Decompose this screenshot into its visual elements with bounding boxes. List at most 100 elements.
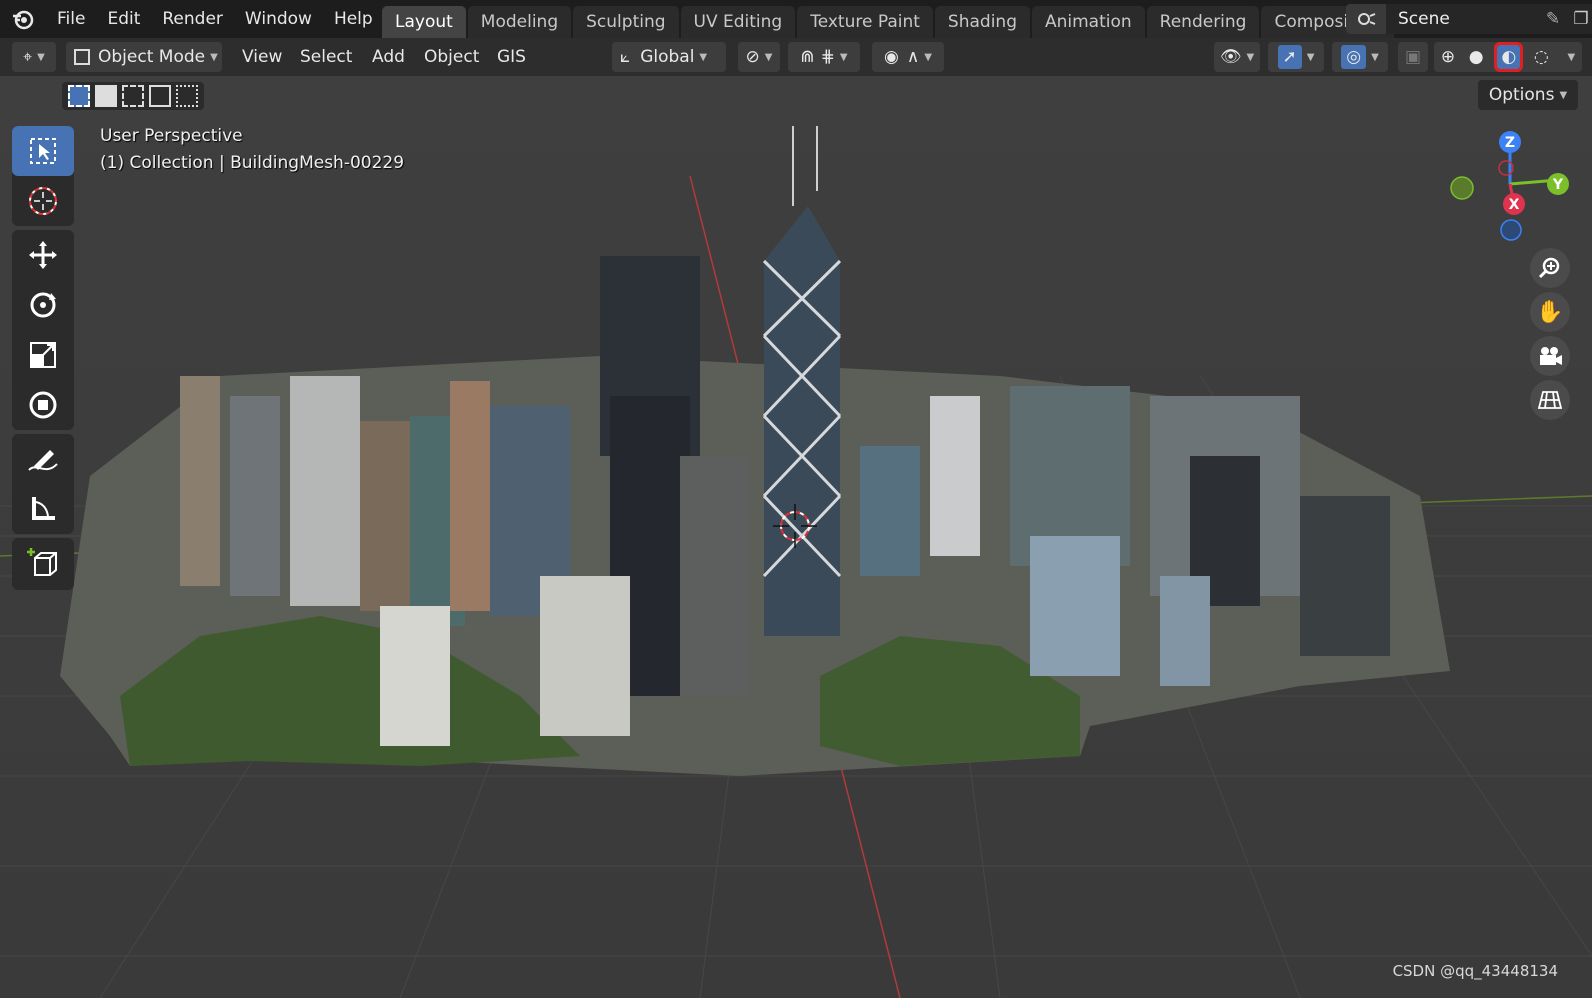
move-icon [29, 241, 57, 269]
add-cube-tool[interactable] [12, 538, 74, 588]
chevron-down-icon: ▼ [37, 51, 45, 63]
add-menu[interactable]: Add [372, 42, 405, 72]
3d-viewport[interactable]: Options ▼ User Perspective (1) Collectio… [0, 76, 1592, 998]
tab-animation[interactable]: Animation [1031, 6, 1145, 38]
select-subtract-icon[interactable] [121, 85, 144, 107]
rendered-shading-icon[interactable]: ◌ [1534, 47, 1549, 67]
move-tool[interactable] [12, 230, 74, 280]
select-extend-icon[interactable] [95, 85, 118, 107]
pan-button[interactable]: ✋ [1530, 292, 1570, 332]
menu-edit[interactable]: Edit [96, 0, 151, 38]
chevron-down-icon: ▼ [1306, 51, 1315, 63]
scene-icon [1346, 4, 1386, 34]
wireframe-shading-icon[interactable]: ⊕ [1441, 47, 1455, 67]
zoom-button[interactable] [1530, 248, 1570, 288]
scene-selector[interactable]: Scene ✎ ❐ [1346, 4, 1592, 34]
snap-magnet-icon: ⋒ [800, 47, 815, 67]
xray-toggle-button[interactable]: ▣ [1398, 42, 1428, 72]
select-new-icon[interactable] [68, 85, 91, 107]
main-menu: File Edit Render Window Help [46, 0, 384, 38]
camera-view-button[interactable] [1530, 336, 1570, 376]
select-box-tool[interactable] [12, 126, 74, 176]
workspace-tabs: Layout Modeling Sculpting UV Editing Tex… [382, 6, 1396, 38]
view-perspective-label: User Perspective [100, 126, 243, 146]
menu-window[interactable]: Window [234, 0, 323, 38]
chevron-down-icon: ▼ [699, 51, 708, 63]
mode-label: Object Mode [98, 47, 206, 67]
menu-file[interactable]: File [46, 0, 96, 38]
blender-logo-icon[interactable] [0, 0, 46, 38]
cursor-icon [29, 187, 57, 215]
hand-icon: ✋ [1536, 299, 1564, 325]
tab-sculpting[interactable]: Sculpting [573, 6, 679, 38]
zoom-magnifier-icon [1538, 257, 1560, 279]
chevron-down-icon[interactable]: ▼ [1567, 52, 1575, 63]
options-dropdown[interactable]: Options ▼ [1478, 80, 1578, 110]
tab-rendering[interactable]: Rendering [1146, 6, 1260, 38]
xray-icon: ▣ [1404, 47, 1422, 67]
options-label: Options [1488, 85, 1555, 105]
transform-icon [29, 391, 57, 419]
select-menu[interactable]: Select [300, 42, 352, 72]
editor-type-button[interactable]: ⌖ ▼ [12, 42, 56, 72]
orientation-label: Global [640, 47, 695, 67]
watermark: CSDN @qq_43448134 [1392, 962, 1558, 980]
tab-modeling[interactable]: Modeling [467, 6, 572, 38]
tab-uv-editing[interactable]: UV Editing [680, 6, 796, 38]
mode-dropdown[interactable]: Object Mode ▼ [66, 42, 222, 72]
gis-menu[interactable]: GIS [497, 42, 526, 72]
overlays-button[interactable]: ◎ ▼ [1332, 42, 1388, 72]
solid-shading-icon[interactable]: ● [1469, 47, 1484, 67]
transform-tool[interactable] [12, 380, 74, 430]
grid-perspective-icon [1537, 391, 1563, 409]
snap-button[interactable]: ⋒ ⋕ ▼ [788, 42, 860, 72]
shading-mode-group: ⊕ ● ◐ ◌ ▼ [1434, 42, 1582, 72]
select-invert-icon[interactable] [148, 85, 171, 107]
menu-help[interactable]: Help [323, 0, 384, 38]
select-intersect-icon[interactable] [175, 85, 198, 107]
visibility-button[interactable]: 👁 ▼ [1214, 42, 1260, 72]
proportional-edit-icon: ◉ [884, 47, 899, 67]
measure-ruler-icon [32, 497, 55, 520]
chevron-down-icon: ▼ [839, 51, 848, 63]
rotate-tool[interactable] [12, 280, 74, 330]
chevron-down-icon: ▼ [1559, 89, 1568, 101]
gizmo-z-label: Z [1505, 135, 1515, 151]
menu-render[interactable]: Render [151, 0, 234, 38]
navigation-gizmo[interactable]: Z Y X [1436, 126, 1592, 256]
select-box-icon [30, 138, 56, 164]
annotate-pencil-icon [28, 450, 58, 471]
tab-shading[interactable]: Shading [934, 6, 1030, 38]
chevron-down-icon: ▼ [210, 51, 218, 63]
cursor-tool[interactable] [12, 176, 74, 226]
snap-increment-icon: ⋕ [820, 47, 835, 67]
tab-layout[interactable]: Layout [382, 6, 466, 38]
add-cube-icon [27, 548, 57, 576]
camera-icon [1540, 347, 1562, 365]
orientation-dropdown[interactable]: ⟀ Global ▼ [612, 42, 726, 72]
object-menu[interactable]: Object [424, 42, 479, 72]
new-scene-icon[interactable]: ❐ [1568, 9, 1592, 29]
pivot-point-button[interactable]: ⊘ ▼ [738, 42, 780, 72]
annotate-tool[interactable] [12, 434, 74, 484]
scale-tool[interactable] [12, 330, 74, 380]
scale-icon [30, 342, 56, 368]
pin-icon[interactable]: ✎ [1538, 9, 1568, 29]
editor-type-icon: ⌖ [23, 47, 33, 66]
ortho-toggle-button[interactable] [1530, 380, 1570, 420]
tool-group-annotate [12, 434, 74, 534]
tool-group-add [12, 538, 74, 590]
top-bar: File Edit Render Window Help Layout Mode… [0, 0, 1592, 38]
chevron-down-icon: ▼ [924, 51, 932, 63]
tab-texture-paint[interactable]: Texture Paint [797, 6, 933, 38]
gizmo-toggle-button[interactable]: ➚ ▼ [1268, 42, 1324, 72]
gizmo-y-label: Y [1552, 177, 1564, 193]
scene-name[interactable]: Scene [1386, 9, 1538, 29]
object-mode-icon [74, 49, 90, 65]
scene-render [0, 76, 1592, 998]
measure-tool[interactable] [12, 484, 74, 534]
material-preview-shading-icon[interactable]: ◐ [1494, 42, 1524, 72]
view-menu[interactable]: View [242, 42, 282, 72]
proportional-edit-button[interactable]: ◉ ∧ ▼ [872, 42, 944, 72]
viewport-header: ⌖ ▼ Object Mode ▼ View Select Add Object G… [0, 38, 1592, 76]
